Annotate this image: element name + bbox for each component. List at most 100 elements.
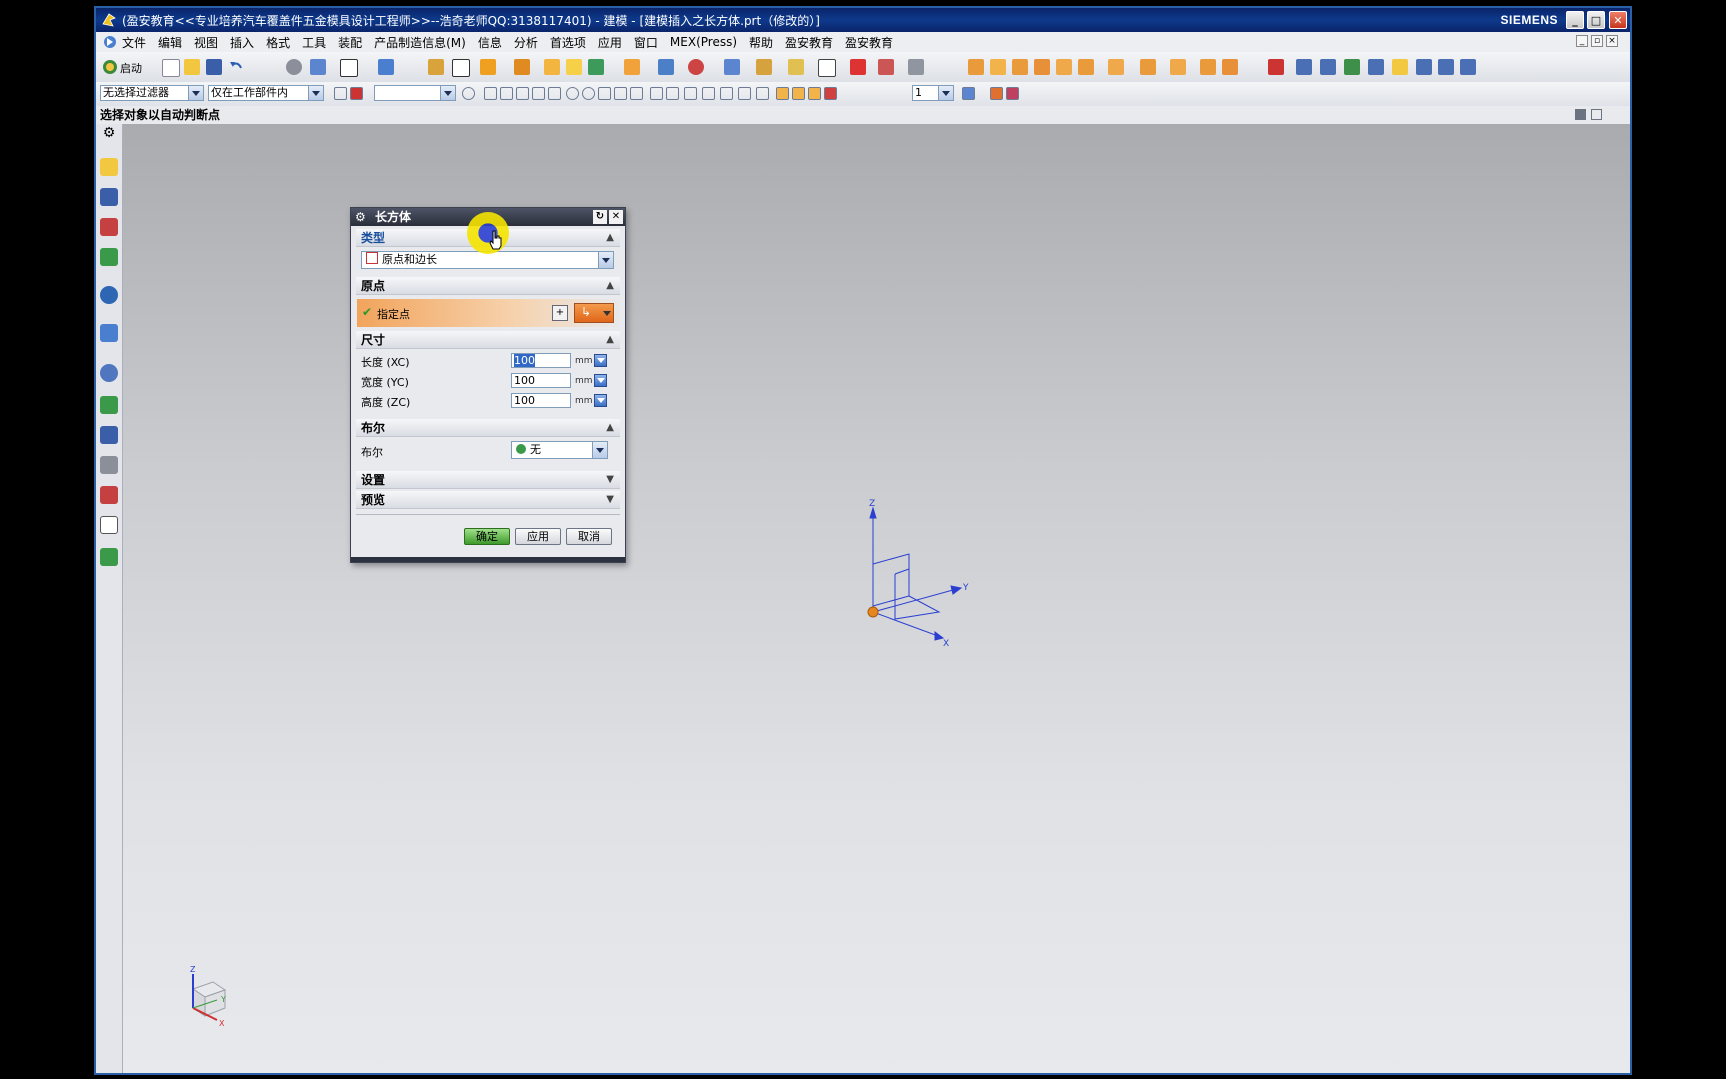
close-window-button[interactable]: ✕ (1609, 11, 1627, 29)
section-settings-header[interactable]: 设置 ▼ (356, 471, 620, 489)
menu-information[interactable]: 信息 (478, 34, 502, 51)
section-preview-header[interactable]: 预览 ▼ (356, 491, 620, 509)
analysis-icon-5[interactable] (1392, 59, 1408, 75)
snap-midpoint-icon[interactable] (516, 87, 529, 100)
section-origin-header[interactable]: 原点 ▲ (356, 277, 620, 295)
pressing-die-icon-2[interactable] (990, 59, 1006, 75)
width-input[interactable]: 100 (511, 373, 571, 388)
color-filter-icon[interactable] (350, 87, 363, 100)
menu-help[interactable]: 帮助 (749, 34, 773, 51)
offset-face-icon[interactable] (788, 59, 804, 75)
snap-center-icon[interactable] (566, 87, 579, 100)
system-scenes-icon[interactable] (100, 516, 118, 534)
layer-view-icon[interactable] (340, 59, 358, 77)
menu-assemblies[interactable]: 装配 (338, 34, 362, 51)
analysis-icon-4[interactable] (1368, 59, 1384, 75)
status-icon[interactable] (1575, 109, 1586, 120)
menu-mex-press[interactable]: MEX(Press) (670, 35, 737, 49)
scope-filter-dropdown[interactable]: 仅在工作部件内 (208, 85, 324, 101)
menu-insert[interactable]: 插入 (230, 34, 254, 51)
gear-icon[interactable]: ⚙ (355, 208, 366, 226)
minimize-button[interactable]: _ (1566, 11, 1584, 29)
curve-icon[interactable] (908, 59, 924, 75)
view-orientation-icon[interactable] (962, 87, 975, 100)
menu-application[interactable]: 应用 (598, 34, 622, 51)
pressing-die-icon-9[interactable] (1170, 59, 1186, 75)
width-options-button[interactable] (594, 374, 607, 387)
layer-icon-4[interactable] (824, 87, 837, 100)
curve-rule-icon[interactable] (484, 87, 497, 100)
shell-icon[interactable] (724, 59, 740, 75)
layer-icon-2[interactable] (792, 87, 805, 100)
datum-csys[interactable]: Z Y X (843, 494, 1023, 654)
fit-view-icon[interactable] (990, 87, 1003, 100)
length-options-button[interactable] (594, 354, 607, 367)
unite-icon[interactable] (624, 59, 640, 75)
pressing-die-icon-3[interactable] (1012, 59, 1028, 75)
menu-format[interactable]: 格式 (266, 34, 290, 51)
datum-plane-icon[interactable] (452, 59, 470, 77)
trim-body-icon[interactable] (818, 59, 836, 77)
history-icon[interactable] (100, 364, 118, 382)
snap-endpoint-icon[interactable] (500, 87, 513, 100)
sketch-icon[interactable] (428, 59, 444, 75)
snap-grid-icon[interactable] (684, 87, 697, 100)
pressing-die-icon-5[interactable] (1056, 59, 1072, 75)
start-icon[interactable] (102, 59, 118, 75)
manufacturing-wizard-icon[interactable] (100, 456, 118, 474)
chamfer-icon[interactable] (688, 59, 704, 75)
point-dialog-button[interactable]: + (552, 305, 568, 321)
revolve-icon[interactable] (514, 59, 530, 75)
ok-button[interactable]: 确定 (464, 528, 510, 545)
layer-icon-3[interactable] (808, 87, 821, 100)
select-all-icon[interactable] (462, 87, 475, 100)
mdi-restore-button[interactable]: ▫ (1591, 35, 1603, 47)
height-options-button[interactable] (594, 394, 607, 407)
analysis-icon-8[interactable] (1460, 59, 1476, 75)
analysis-icon-6[interactable] (1416, 59, 1432, 75)
pressing-die-icon-7[interactable] (1108, 59, 1124, 75)
start-button-label[interactable]: 启动 (120, 60, 142, 76)
line-icon[interactable] (850, 59, 866, 75)
render-style-icon[interactable] (286, 59, 302, 75)
menu-file[interactable]: 文件 (122, 34, 146, 51)
analysis-icon-1[interactable] (1296, 59, 1312, 75)
snap-existing-point-icon[interactable] (598, 87, 611, 100)
pressing-die-icon-6[interactable] (1078, 59, 1094, 75)
measure-icon[interactable] (1268, 59, 1284, 75)
analysis-icon-3[interactable] (1344, 59, 1360, 75)
pressing-die-icon-11[interactable] (1222, 59, 1238, 75)
analysis-icon-7[interactable] (1438, 59, 1454, 75)
snap-on-curve-icon[interactable] (614, 87, 627, 100)
snap-intersection-icon[interactable] (548, 87, 561, 100)
process-studio-icon[interactable] (100, 426, 118, 444)
menu-pmi[interactable]: 产品制造信息(M) (374, 34, 466, 51)
constraint-navigator-icon[interactable] (100, 188, 118, 206)
web-browser-icon[interactable] (100, 324, 118, 342)
boolean-dropdown[interactable]: 无 (511, 441, 608, 459)
menu-yingan-1[interactable]: 盈安教育 (785, 34, 833, 51)
section-boolean-header[interactable]: 布尔 ▲ (356, 419, 620, 437)
reset-icon[interactable]: ↻ (593, 210, 607, 224)
role-icon[interactable] (100, 486, 118, 504)
snap-face-icon[interactable] (738, 87, 751, 100)
apply-button[interactable]: 应用 (515, 528, 561, 545)
assembly-filter-dropdown[interactable] (374, 85, 456, 101)
hole-icon[interactable] (544, 59, 560, 75)
edit-object-icon[interactable] (378, 59, 394, 75)
pad-icon[interactable] (588, 59, 604, 75)
menu-view[interactable]: 视图 (194, 34, 218, 51)
menu-yingan-2[interactable]: 盈安教育 (845, 34, 893, 51)
open-folder-icon[interactable] (184, 59, 200, 75)
snap-point-icon[interactable] (756, 87, 769, 100)
height-input[interactable]: 100 (511, 393, 571, 408)
assembly-navigator-icon[interactable] (100, 158, 118, 176)
pressing-die-icon-8[interactable] (1140, 59, 1156, 75)
new-file-icon[interactable] (162, 59, 180, 77)
draft-icon[interactable] (756, 59, 772, 75)
pressing-die-icon-4[interactable] (1034, 59, 1050, 75)
section-dimensions-header[interactable]: 尺寸 ▲ (356, 331, 620, 349)
pressing-die-icon-1[interactable] (968, 59, 984, 75)
view-cube-icon[interactable] (310, 59, 326, 75)
menu-window[interactable]: 窗口 (634, 34, 658, 51)
